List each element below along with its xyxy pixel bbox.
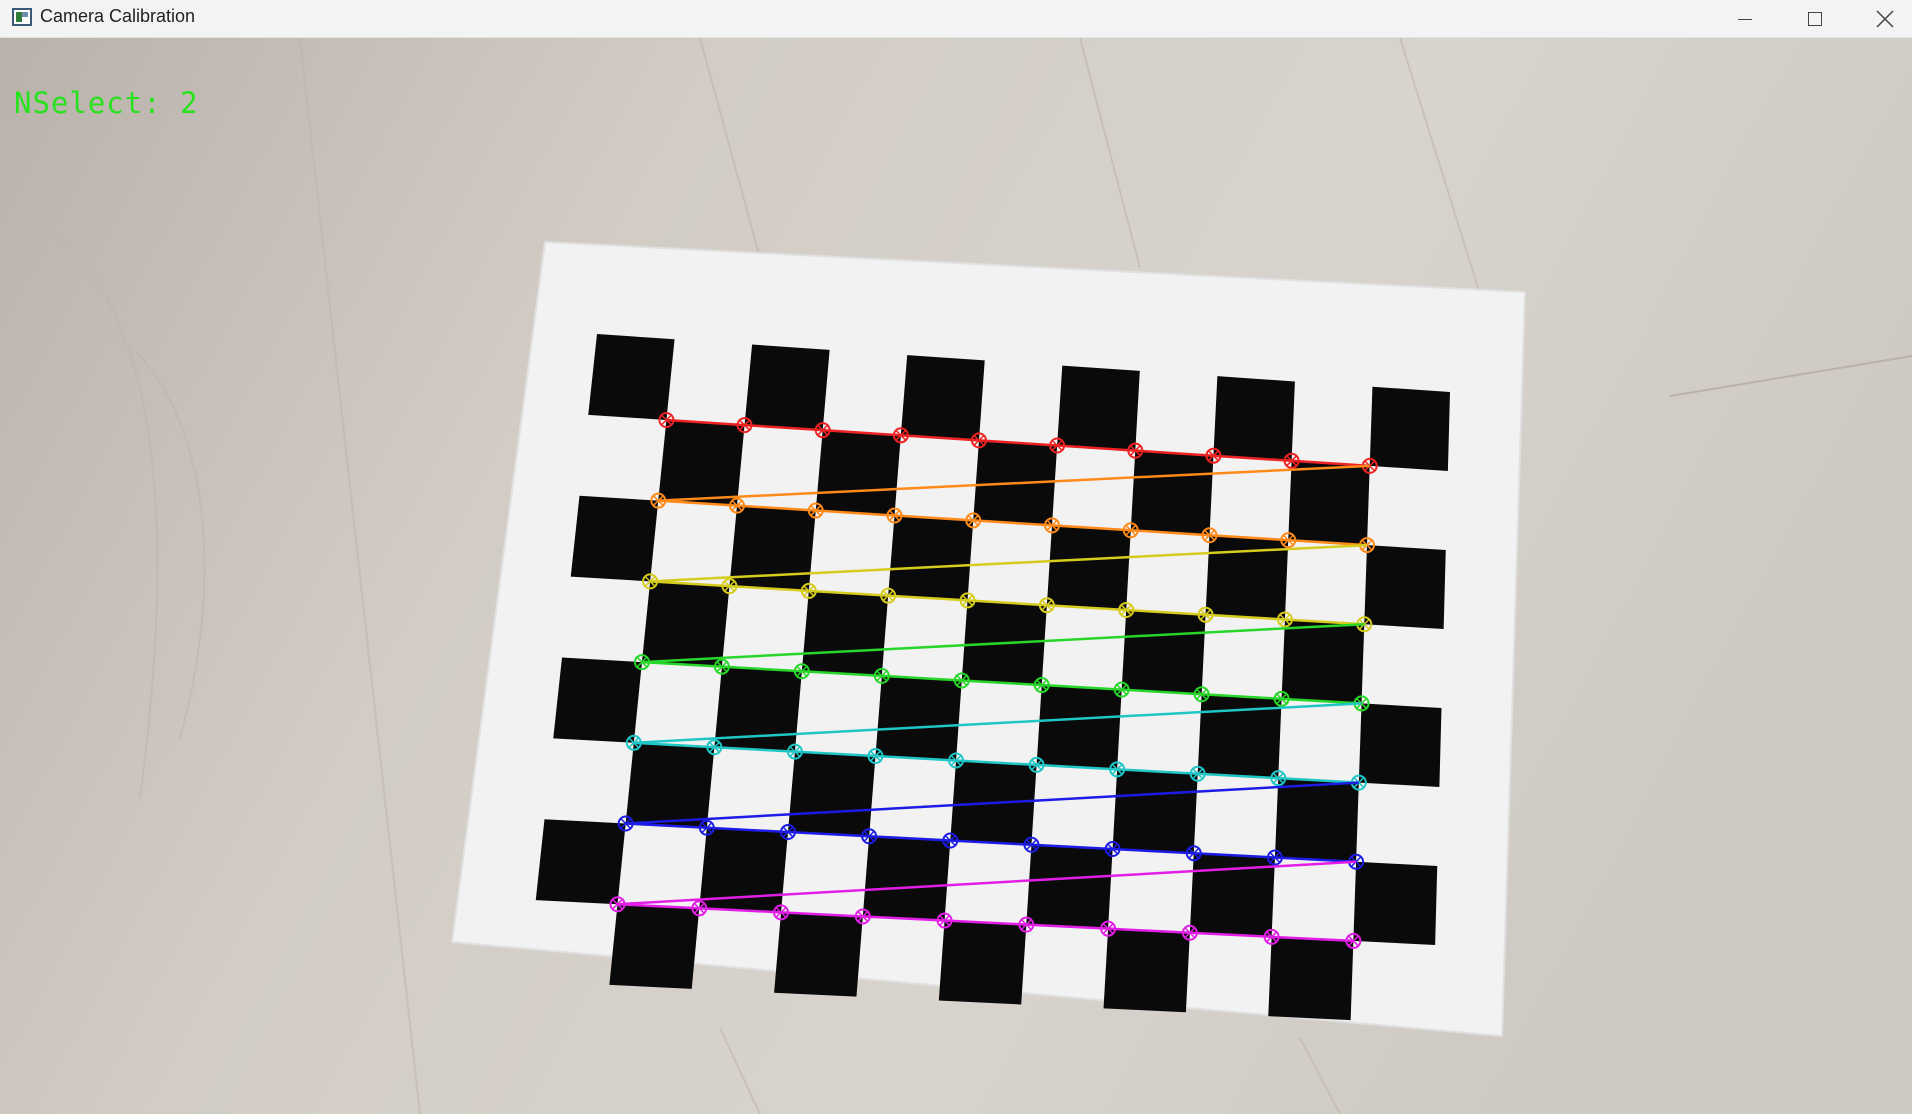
chessboard-square [938, 920, 1027, 1005]
close-button[interactable] [1850, 0, 1912, 37]
chessboard-square [1103, 928, 1190, 1013]
minimize-icon [1738, 19, 1752, 20]
chessboard-square [1353, 861, 1438, 945]
chessboard-square [625, 742, 715, 828]
chessboard-square [888, 515, 974, 601]
chessboard-square [1046, 525, 1131, 610]
chessboard-square [1281, 619, 1365, 704]
nselect-label: NSelect: 2 [14, 86, 199, 120]
chessboard-square [1189, 853, 1275, 937]
maximize-icon [1808, 11, 1822, 26]
chessboard-square [570, 495, 659, 582]
chessboard-square [900, 355, 985, 441]
chessboard-square [658, 419, 745, 506]
chessboard-square [1274, 778, 1359, 862]
chessboard-square [774, 912, 863, 997]
chessboard-square [1205, 535, 1289, 620]
chessboard-square [787, 751, 876, 837]
chessboard-square [1057, 365, 1140, 451]
chessboard-square [875, 675, 962, 761]
chessboard-square [1364, 545, 1446, 629]
chessboard-square [1197, 694, 1282, 779]
chessboard-square [588, 334, 675, 420]
chessboard-square [553, 657, 642, 743]
close-icon [1876, 9, 1894, 28]
chessboard-square [1112, 769, 1198, 854]
window-titlebar[interactable]: Camera Calibration [0, 0, 1912, 38]
chessboard-square [815, 430, 901, 516]
chessboard-square [535, 819, 626, 905]
camera-view[interactable]: NSelect: 2 [0, 38, 1912, 1114]
chessboard-square [1288, 460, 1370, 546]
chessboard-square [729, 505, 816, 591]
chessboard-square [1358, 703, 1442, 787]
chessboard-square [1036, 685, 1122, 770]
chessboard-square [862, 836, 951, 921]
chessboard-square [801, 590, 889, 676]
app-icon [12, 8, 32, 26]
chessboard-square [1369, 386, 1450, 471]
chessboard-square [1130, 450, 1214, 536]
chessboard-square [1121, 609, 1206, 695]
chessboard-square [744, 344, 830, 431]
chessboard-square [1026, 844, 1113, 929]
chessboard-square [1213, 376, 1295, 461]
maximize-button[interactable] [1780, 0, 1850, 37]
chessboard-square [609, 904, 700, 989]
window-title: Camera Calibration [40, 6, 196, 26]
chessboard-square [641, 581, 730, 667]
minimize-button[interactable] [1710, 0, 1780, 37]
chessboard-square [1268, 936, 1354, 1021]
camera-frame [0, 38, 1912, 1114]
calibration-paper [450, 240, 1527, 1038]
